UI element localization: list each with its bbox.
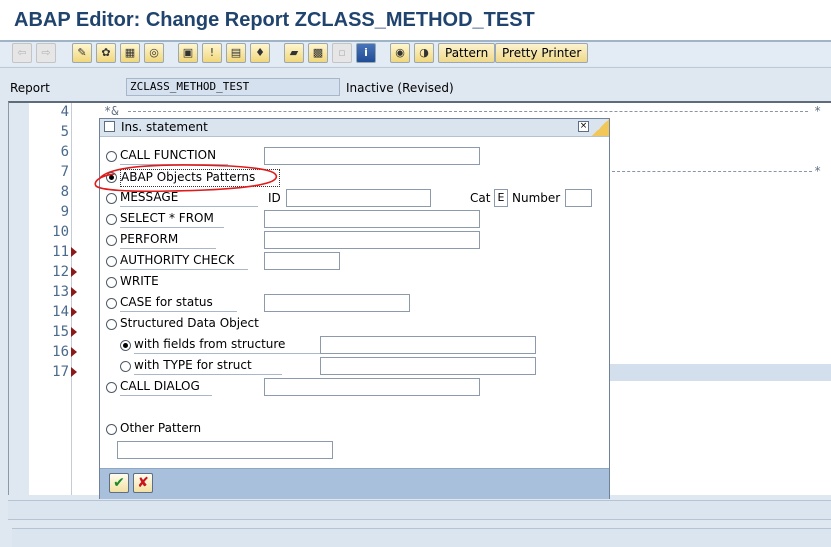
red-circle-annotation: [94, 164, 277, 193]
annotation-overlay: [94, 164, 277, 193]
